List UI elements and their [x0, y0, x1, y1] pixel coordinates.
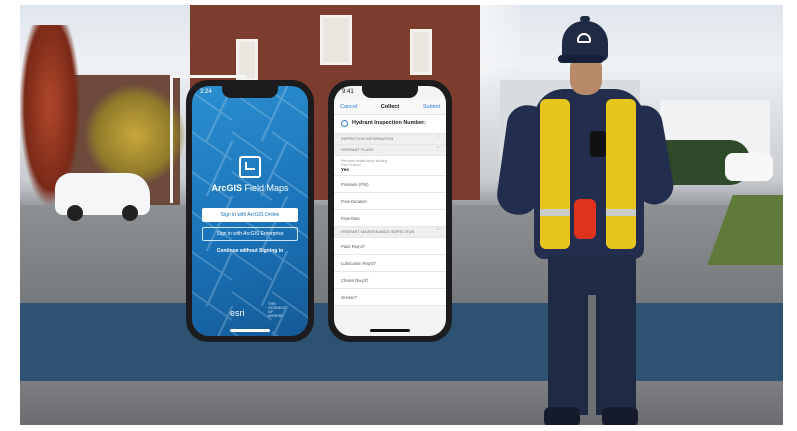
section-title: HYDRANT FLUSH — [341, 148, 374, 152]
field-label: Flow Rate — [341, 216, 360, 221]
form-field[interactable]: Grease? — [334, 289, 446, 306]
link-icon — [341, 120, 348, 127]
handheld-phone — [590, 131, 606, 157]
parked-car — [55, 173, 150, 221]
safety-vest-left — [540, 99, 570, 249]
field-label: Grease? — [341, 295, 358, 300]
sign-in-arcgis-online-button[interactable]: Sign in with ArcGIS Online — [202, 208, 298, 222]
worker-boot — [602, 407, 638, 425]
form-fields: INSPECTION INFORMATION ⌃ HYDRANT FLUSH ⌃ Rec… — [334, 134, 446, 306]
chevron-up-icon: ⌃ — [435, 228, 440, 234]
submit-button[interactable]: Submit — [423, 100, 440, 114]
field-label: Flow Duration — [341, 199, 367, 204]
form-screen: 9:41 Cancel Collect Submit Hydrant Inspe… — [334, 86, 446, 336]
section-title: INSPECTION INFORMATION — [341, 137, 394, 141]
worker-face — [570, 61, 602, 95]
phone-notch — [222, 86, 278, 98]
cap-brim — [558, 55, 604, 63]
form-navbar: Cancel Collect Submit — [334, 100, 446, 115]
form-field-flow-flushed[interactable]: Recorded details about flushing Flow Flus… — [334, 156, 446, 176]
vest-reflective-strip — [606, 209, 636, 216]
leg-gap — [588, 295, 596, 415]
app-name-rest: Field Maps — [241, 183, 289, 193]
form-field[interactable]: Paint Req'd? — [334, 238, 446, 255]
window — [320, 15, 352, 65]
field-label: Paint Req'd? — [341, 244, 365, 249]
app-name: ArcGIS Field Maps — [192, 183, 308, 193]
gps-receiver — [574, 199, 596, 239]
field-label: Pressure (PSI) — [341, 182, 369, 187]
window — [410, 29, 432, 75]
form-section-header[interactable]: INSPECTION INFORMATION ⌃ — [334, 134, 446, 145]
section-title: HYDRANT MAINTENANCE INSPECTION — [341, 230, 415, 234]
form-field[interactable]: Chains Req'd? — [334, 272, 446, 289]
sign-in-arcgis-enterprise-button[interactable]: Sign in with ArcGIS Enterprise — [202, 227, 298, 241]
form-section-header[interactable]: HYDRANT FLUSH ⌃ — [334, 145, 446, 156]
cap-logo-icon — [577, 33, 591, 43]
phone-notch — [362, 86, 418, 98]
home-indicator — [230, 329, 270, 332]
form-field[interactable]: Lubrication Req'd? — [334, 255, 446, 272]
home-indicator — [370, 329, 410, 332]
phone-login: 3:24 ArcGIS Field Maps Sign in with ArcG… — [186, 80, 314, 342]
field-label: Lubrication Req'd? — [341, 261, 376, 266]
field-maps-logo-icon — [239, 156, 261, 178]
vest-reflective-strip — [540, 209, 570, 216]
form-header: Hydrant Inspection Number: — [334, 115, 446, 134]
phone-form: 9:41 Cancel Collect Submit Hydrant Inspe… — [328, 80, 452, 342]
esri-tagline: THE SCIENCE OF WHERE — [268, 301, 286, 318]
status-time: 3:24 — [200, 89, 212, 95]
continue-without-signing-in-link[interactable]: Continue without Signing in — [192, 248, 308, 254]
parked-car-far — [725, 153, 773, 181]
form-field[interactable]: Pressure (PSI) — [334, 176, 446, 193]
form-field[interactable]: Flow Duration — [334, 193, 446, 210]
chevron-up-icon: ⌃ — [435, 146, 440, 152]
worker-boot — [544, 407, 580, 425]
safety-vest-right — [606, 99, 636, 249]
form-title: Hydrant Inspection Number: — [352, 120, 426, 126]
worker-pants — [548, 255, 636, 415]
field-value: Yes — [341, 167, 349, 172]
car-wheel — [122, 205, 138, 221]
field-worker — [490, 16, 677, 425]
esri-logo: esri — [230, 308, 245, 318]
status-time: 9:41 — [342, 89, 354, 95]
login-screen: 3:24 ArcGIS Field Maps Sign in with ArcG… — [192, 86, 308, 336]
form-field[interactable]: Flow Rate — [334, 210, 446, 227]
chevron-up-icon: ⌃ — [435, 135, 440, 141]
form-section-header[interactable]: HYDRANT MAINTENANCE INSPECTION ⌃ — [334, 227, 446, 238]
car-wheel — [67, 205, 83, 221]
app-name-bold: ArcGIS — [211, 183, 242, 193]
field-label: Chains Req'd? — [341, 278, 369, 283]
cap-button — [580, 16, 590, 22]
